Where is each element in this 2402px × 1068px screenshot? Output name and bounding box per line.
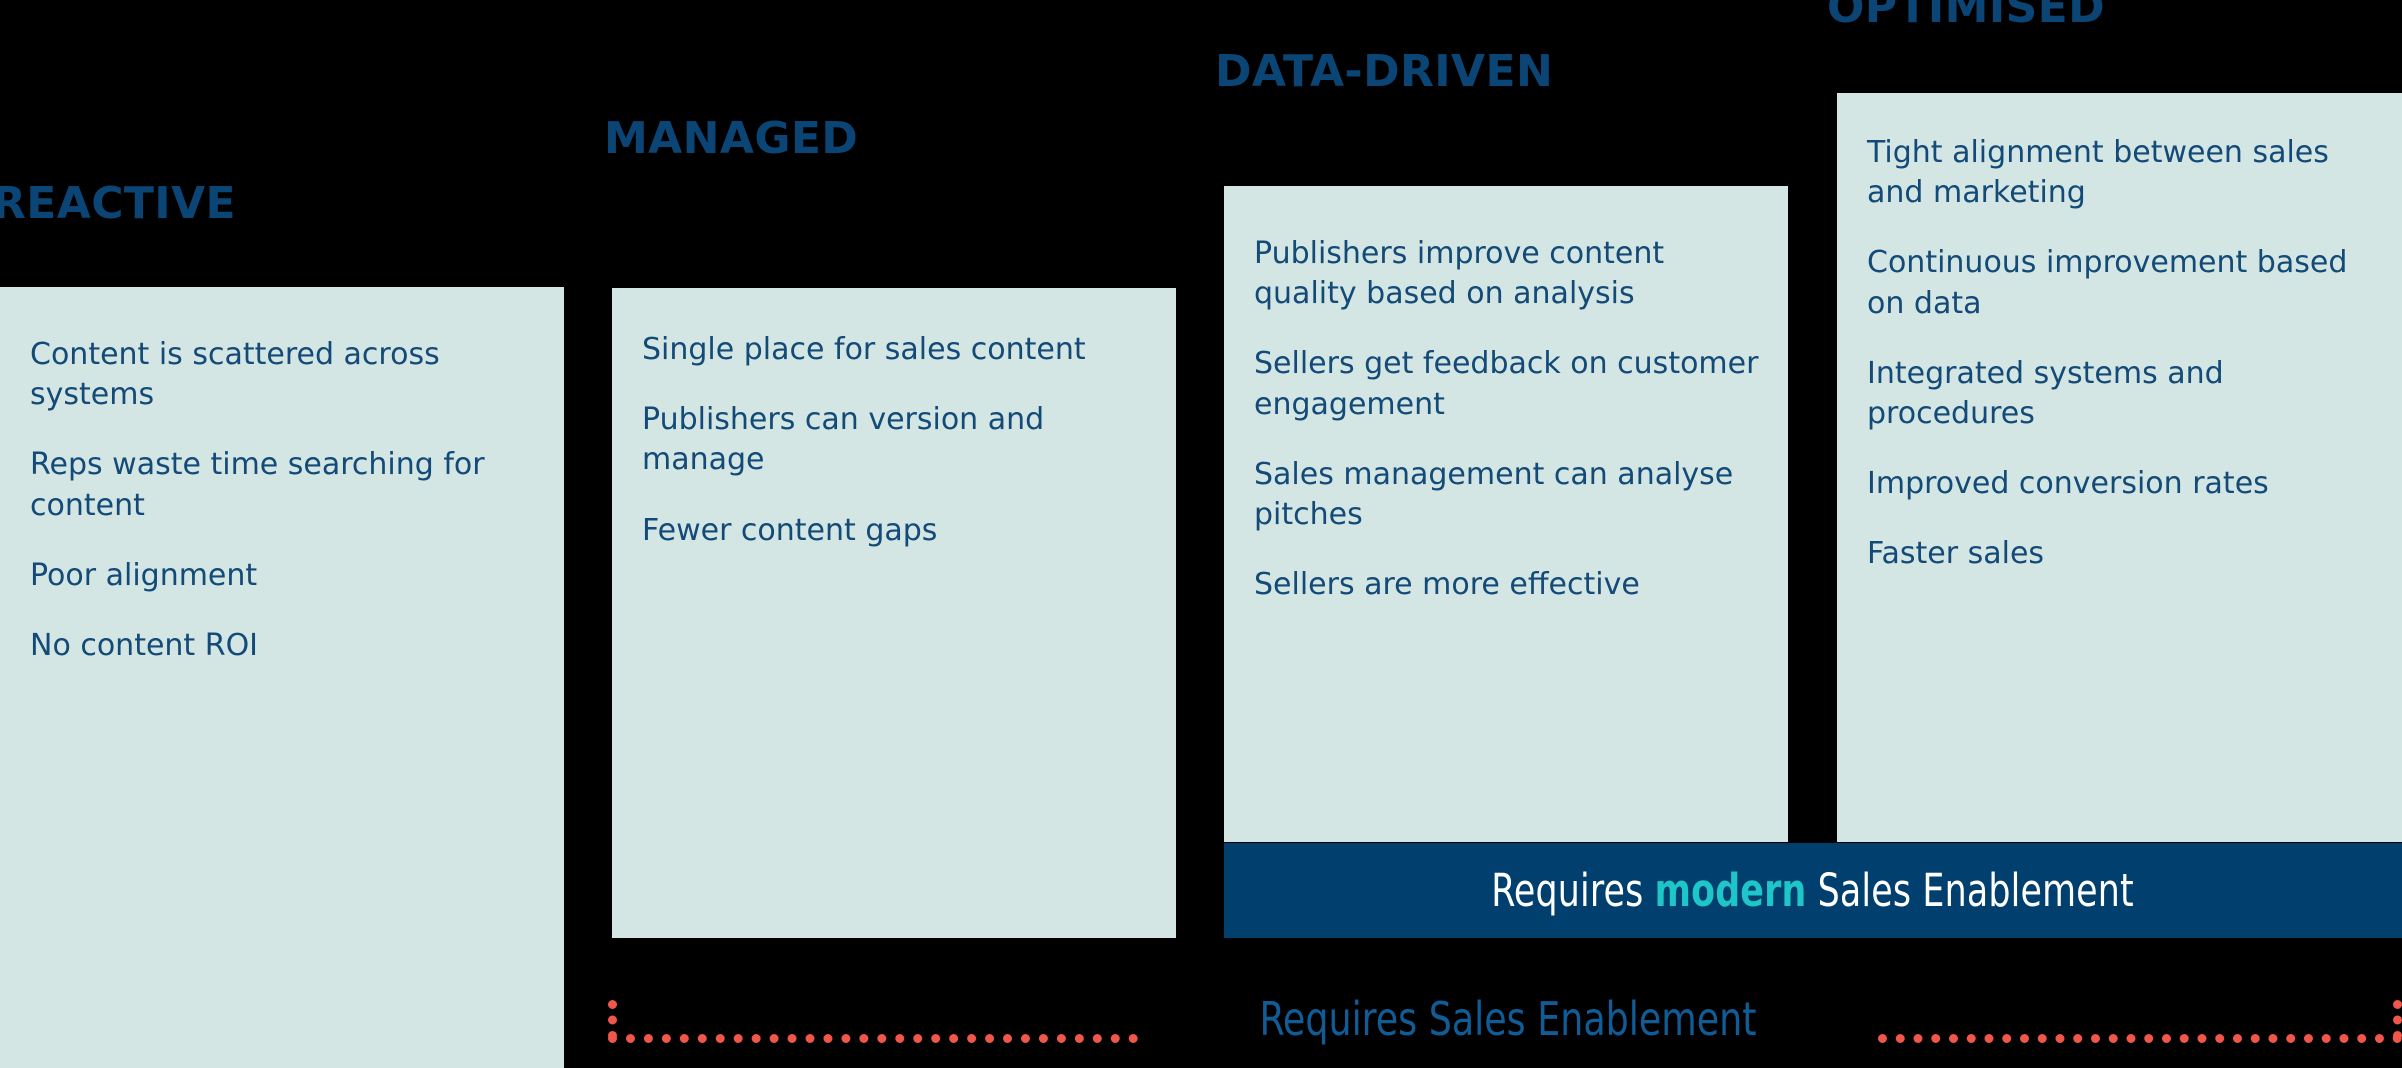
list-item: Content is scattered across systems <box>30 337 440 413</box>
footer-label-requires-sales-enablement: Requires Sales Enablement <box>1259 992 1757 1046</box>
dotted-tick-right <box>2393 1000 2402 1040</box>
maturity-model-diagram: REACTIVE Content is scattered across sys… <box>0 0 2402 1068</box>
bullet-list-managed: Single place for sales content Publisher… <box>642 330 1150 581</box>
stage-panel-data-driven: Publishers improve content quality based… <box>1224 186 1788 842</box>
stage-title-data-driven: DATA-DRIVEN <box>1215 46 1554 97</box>
banner-accent-word: modern <box>1655 864 1807 917</box>
list-item: Reps waste time searching for content <box>30 447 485 523</box>
modern-sales-enablement-banner: Requires modern Sales Enablement <box>1224 843 2402 938</box>
list-item: Faster sales <box>1867 536 2045 572</box>
footer-bracket-row <box>0 972 2402 1068</box>
stage-title-managed: MANAGED <box>604 113 859 164</box>
stage-title-optimised: OPTIMISED <box>1827 0 2106 33</box>
list-item: Publishers improve content quality based… <box>1254 236 1665 312</box>
list-item: Integrated systems and procedures <box>1867 355 2224 431</box>
list-item: No content ROI <box>30 627 259 663</box>
bullet-list-optimised: Tight alignment between sales and market… <box>1867 133 2376 605</box>
list-item: Single place for sales content <box>642 332 1086 367</box>
list-item: Sellers get feedback on customer engagem… <box>1254 346 1759 422</box>
list-item: Continuous improvement based on data <box>1867 245 2348 321</box>
list-item: Poor alignment <box>30 557 258 593</box>
list-item: Tight alignment between sales and market… <box>1867 135 2329 211</box>
list-item: Publishers can version and manage <box>642 402 1045 478</box>
banner-text: Requires modern Sales Enablement <box>1492 864 2135 917</box>
dotted-line-left <box>608 1034 1138 1043</box>
list-item: Sales management can analyse pitches <box>1254 456 1734 532</box>
list-item: Improved conversion rates <box>1867 466 2269 502</box>
stage-panel-managed: Single place for sales content Publisher… <box>612 288 1176 938</box>
stage-panel-optimised: Tight alignment between sales and market… <box>1837 93 2402 842</box>
banner-suffix: Sales Enablement <box>1806 864 2135 917</box>
dotted-line-right <box>1878 1034 2402 1043</box>
banner-prefix: Requires <box>1491 864 1656 917</box>
list-item: Fewer content gaps <box>642 512 938 548</box>
bullet-list-reactive: Content is scattered across systems Reps… <box>30 335 538 696</box>
stage-title-reactive: REACTIVE <box>0 178 236 229</box>
bullet-list-data-driven: Publishers improve content quality based… <box>1254 234 1762 635</box>
stage-panel-reactive: Content is scattered across systems Reps… <box>0 287 564 1068</box>
list-item: Sellers are more effective <box>1254 567 1640 603</box>
